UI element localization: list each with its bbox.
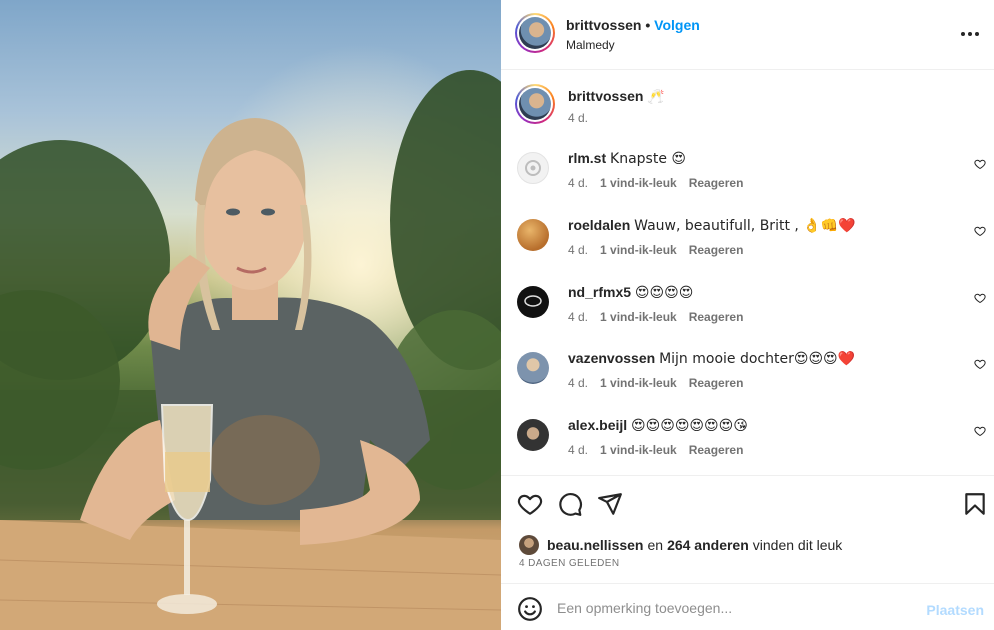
comment-username[interactable]: roeldalen (568, 217, 630, 233)
comment-username[interactable]: rlm.st (568, 150, 606, 166)
post-header: brittvossen • Volgen Malmedy (501, 0, 994, 70)
comment-username[interactable]: nd_rfmx5 (568, 284, 631, 300)
comment-item: vazenvossen Mijn mooie dochter😍😍😍❤️ 4 d.… (501, 350, 994, 410)
liker-username[interactable]: beau.nellissen (547, 537, 643, 553)
comment-meta: 4 d. 1 vind-ik-leuk Reageren (568, 376, 743, 390)
save-bookmark-icon[interactable] (962, 491, 988, 517)
post-photo-illustration (0, 0, 501, 630)
likes-connector: en (647, 537, 664, 553)
comment-text: Wauw, beautifull, Britt , 👌👊❤️ (634, 218, 856, 234)
comment-like-heart-icon[interactable] (974, 358, 986, 370)
comment-like-heart-icon[interactable] (974, 425, 986, 437)
comment-likes[interactable]: 1 vind-ik-leuk (600, 243, 677, 257)
comment-avatar[interactable] (517, 352, 549, 384)
comment-item: rlm.st Knapste 😍 4 d. 1 vind-ik-leuk Reage… (501, 150, 994, 210)
comment-avatar[interactable] (517, 419, 549, 451)
comment-text-line: rlm.st Knapste 😍 (568, 150, 686, 167)
comment-meta: 4 d. 1 vind-ik-leuk Reageren (568, 176, 743, 190)
comment-meta: 4 d. 1 vind-ik-leuk Reageren (568, 443, 743, 457)
comment-like-heart-icon[interactable] (974, 292, 986, 304)
likes-summary: beau.nellissen en 264 anderen vinden dit… (519, 535, 842, 555)
author-avatar[interactable] (515, 13, 555, 53)
reply-button[interactable]: Reageren (689, 243, 744, 257)
comment-avatar[interactable] (517, 219, 549, 251)
post-comment-button[interactable]: Plaatsen (926, 602, 984, 618)
comment-item: roeldalen Wauw, beautifull, Britt , 👌👊❤️… (501, 217, 994, 277)
reply-button[interactable]: Reageren (689, 176, 744, 190)
caption-username[interactable]: brittvossen (568, 88, 643, 104)
add-comment-bar: Plaatsen (501, 583, 994, 630)
post-photo (0, 0, 501, 630)
reply-button[interactable]: Reageren (689, 376, 744, 390)
comment-text: Knapste 😍 (610, 151, 686, 167)
comment-like-heart-icon[interactable] (974, 158, 986, 170)
comment-text: 😍😍😍😍😍😍😍😘 (631, 418, 748, 434)
likes-others[interactable]: 264 anderen (667, 537, 749, 553)
comment-text: 😍😍😍😍 (634, 285, 694, 301)
reply-button[interactable]: Reageren (689, 310, 744, 324)
caption-emoji: 🥂 (647, 89, 665, 105)
comment-text: Mijn mooie dochter😍😍😍❤️ (659, 351, 856, 367)
like-heart-icon[interactable] (517, 491, 543, 517)
comment-bubble-icon[interactable] (557, 491, 583, 517)
comment-age: 4 d. (568, 443, 589, 457)
share-paper-plane-icon[interactable] (597, 491, 623, 517)
author-username[interactable]: brittvossen (566, 17, 641, 33)
more-options-icon[interactable] (958, 22, 982, 46)
comment-text-line: roeldalen Wauw, beautifull, Britt , 👌👊❤️ (568, 217, 856, 234)
comment-input[interactable] (557, 592, 907, 624)
post-actions (501, 477, 994, 529)
comment-likes[interactable]: 1 vind-ik-leuk (600, 176, 677, 190)
comment-meta: 4 d. 1 vind-ik-leuk Reageren (568, 310, 743, 324)
follow-button[interactable]: Volgen (654, 17, 700, 33)
caption-avatar[interactable] (515, 84, 555, 124)
likes-suffix: vinden dit leuk (752, 537, 843, 553)
comments-list: brittvossen 🥂 4 d. rlm.st Knapste 😍 4 d.… (501, 71, 994, 476)
comment-likes[interactable]: 1 vind-ik-leuk (600, 443, 677, 457)
caption: brittvossen 🥂 4 d. (501, 84, 994, 144)
comment-username[interactable]: vazenvossen (568, 350, 655, 366)
comment-age: 4 d. (568, 310, 589, 324)
comment-text-line: alex.beijl 😍😍😍😍😍😍😍😘 (568, 417, 748, 434)
comment-age: 4 d. (568, 243, 589, 257)
comment-meta: 4 d. 1 vind-ik-leuk Reageren (568, 243, 743, 257)
comment-likes[interactable]: 1 vind-ik-leuk (600, 376, 677, 390)
comment-avatar[interactable] (517, 152, 549, 184)
post-date: 4 DAGEN GELEDEN (519, 558, 620, 569)
caption-text: brittvossen 🥂 (568, 88, 665, 105)
caption-age: 4 d. (568, 111, 589, 125)
comment-username[interactable]: alex.beijl (568, 417, 627, 433)
author-line: brittvossen • Volgen (566, 17, 700, 33)
comment-text-line: nd_rfmx5 😍😍😍😍 (568, 284, 693, 301)
reply-button[interactable]: Reageren (689, 443, 744, 457)
post-location[interactable]: Malmedy (566, 38, 615, 52)
comment-item: nd_rfmx5 😍😍😍😍 4 d. 1 vind-ik-leuk Reageren (501, 284, 994, 344)
separator-dot: • (645, 17, 655, 33)
liker-avatar[interactable] (519, 535, 539, 555)
comment-age: 4 d. (568, 376, 589, 390)
comment-age: 4 d. (568, 176, 589, 190)
post-side-panel: brittvossen • Volgen Malmedy brittvossen… (501, 0, 994, 630)
emoji-smiley-icon[interactable] (517, 596, 543, 622)
comment-item: alex.beijl 😍😍😍😍😍😍😍😘 4 d. 1 vind-ik-leuk Re… (501, 417, 994, 475)
comment-avatar[interactable] (517, 286, 549, 318)
comment-like-heart-icon[interactable] (974, 225, 986, 237)
comment-likes[interactable]: 1 vind-ik-leuk (600, 310, 677, 324)
comment-text-line: vazenvossen Mijn mooie dochter😍😍😍❤️ (568, 350, 855, 367)
